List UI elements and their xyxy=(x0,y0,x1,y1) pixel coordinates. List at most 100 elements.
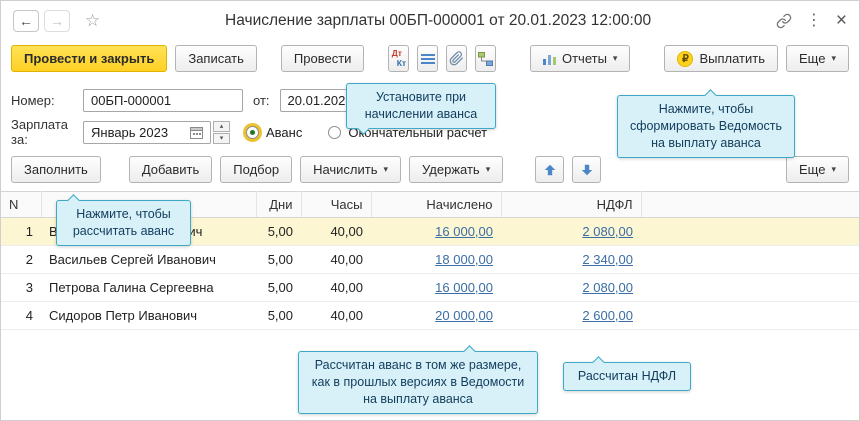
accrue-caret-icon: ▾ xyxy=(384,165,389,174)
employee-name: Сидоров Петр Иванович xyxy=(41,302,256,330)
callout-ndfl-amount: Рассчитан НДФЛ xyxy=(563,362,691,391)
ndfl-link[interactable]: 2 600,00 xyxy=(582,308,633,323)
report-chart-icon xyxy=(543,53,556,65)
period-value: Январь 2023 xyxy=(91,125,168,140)
accrued-link[interactable]: 20 000,00 xyxy=(435,308,493,323)
post-and-close-label: Провести и закрыть xyxy=(24,51,154,66)
withhold-button[interactable]: Удержать ▾ xyxy=(409,156,503,183)
spin-up-icon: ▴ xyxy=(220,123,224,130)
paperclip-icon xyxy=(449,51,464,66)
register-list-button[interactable] xyxy=(417,45,438,72)
get-link-icon[interactable] xyxy=(776,13,792,29)
ndfl-link[interactable]: 2 080,00 xyxy=(582,224,633,239)
radio-advance[interactable]: Аванс xyxy=(246,125,302,140)
days-cell: 5,00 xyxy=(256,246,301,274)
column-header-hours[interactable]: Часы xyxy=(301,192,371,218)
radio-final-dot[interactable] xyxy=(328,126,341,139)
titlebar: ← → ☆ Начисление зарплаты 00БП-000001 от… xyxy=(1,1,859,41)
titlebar-actions: ⋮ × xyxy=(776,10,847,32)
more-menu-icon[interactable]: ⋮ xyxy=(806,13,822,29)
structure-icon xyxy=(478,52,493,66)
period-field[interactable]: Январь 2023 xyxy=(83,121,211,144)
date-label: от: xyxy=(253,93,270,108)
add-button[interactable]: Добавить xyxy=(129,156,212,183)
hours-cell: 40,00 xyxy=(301,302,371,330)
ruble-icon: ₽ xyxy=(677,51,693,67)
move-down-button[interactable] xyxy=(572,156,601,183)
fill-button[interactable]: Заполнить xyxy=(11,156,101,183)
back-icon: ← xyxy=(19,13,33,29)
page-title: Начисление зарплаты 00БП-000001 от 20.01… xyxy=(108,12,768,30)
table-row[interactable]: 2 Васильев Сергей Иванович 5,00 40,00 18… xyxy=(1,246,859,274)
period-label: Зарплата за: xyxy=(11,117,83,147)
days-cell: 5,00 xyxy=(256,302,301,330)
number-label: Номер: xyxy=(11,93,83,108)
table-more-label: Еще xyxy=(799,162,825,177)
toolbar-more-label: Еще xyxy=(799,51,825,66)
post-label: Провести xyxy=(294,51,352,66)
callout-advance-amount: Рассчитан аванс в том же размере, как в … xyxy=(298,351,538,414)
column-header-filler xyxy=(641,192,859,218)
days-cell: 5,00 xyxy=(256,274,301,302)
related-documents-button[interactable] xyxy=(475,45,496,72)
favorite-star-icon[interactable]: ☆ xyxy=(85,11,100,31)
pick-button[interactable]: Подбор xyxy=(220,156,292,183)
period-step-up-button[interactable]: ▴ xyxy=(213,121,230,132)
accrued-link[interactable]: 16 000,00 xyxy=(435,224,493,239)
employee-name: Васильев Сергей Иванович xyxy=(41,246,256,274)
hours-cell: 40,00 xyxy=(301,246,371,274)
post-and-close-button[interactable]: Провести и закрыть xyxy=(11,45,167,72)
calendar-icon[interactable] xyxy=(190,126,203,139)
ndfl-link[interactable]: 2 340,00 xyxy=(582,252,633,267)
column-header-days[interactable]: Дни xyxy=(256,192,301,218)
back-button[interactable]: ← xyxy=(13,10,39,32)
toolbar-more-button[interactable]: Еще ▾ xyxy=(786,45,849,72)
column-header-ndfl[interactable]: НДФЛ xyxy=(501,192,641,218)
show-postings-button[interactable]: ДтКт xyxy=(388,45,409,72)
pay-button[interactable]: ₽ Выплатить xyxy=(664,45,778,72)
accrue-button[interactable]: Начислить ▾ xyxy=(300,156,401,183)
accrued-link[interactable]: 16 000,00 xyxy=(435,280,493,295)
hours-cell: 40,00 xyxy=(301,274,371,302)
row-number: 3 xyxy=(1,274,41,302)
radio-advance-dot[interactable] xyxy=(246,126,259,139)
table-row[interactable]: 4 Сидоров Петр Иванович 5,00 40,00 20 00… xyxy=(1,302,859,330)
table-more-caret-icon: ▾ xyxy=(831,165,836,174)
write-button[interactable]: Записать xyxy=(175,45,257,72)
move-up-button[interactable] xyxy=(535,156,564,183)
add-label: Добавить xyxy=(142,162,199,177)
close-icon[interactable]: × xyxy=(836,10,847,32)
list-icon xyxy=(421,53,435,65)
document-window: ← → ☆ Начисление зарплаты 00БП-000001 от… xyxy=(0,0,860,421)
write-label: Записать xyxy=(188,51,244,66)
hours-cell: 40,00 xyxy=(301,218,371,246)
callout-fill-button: Нажмите, чтобы рассчитать аванс xyxy=(56,200,191,246)
accrued-link[interactable]: 18 000,00 xyxy=(435,252,493,267)
callout-advance-radio: Установите при начислении аванса xyxy=(346,83,496,129)
period-step-down-button[interactable]: ▾ xyxy=(213,133,230,144)
table-more-button[interactable]: Еще ▾ xyxy=(786,156,849,183)
column-header-accrued[interactable]: Начислено xyxy=(371,192,501,218)
withhold-caret-icon: ▾ xyxy=(486,165,491,174)
forward-icon: → xyxy=(50,13,64,29)
spin-down-icon: ▾ xyxy=(220,135,224,142)
callout-pay-button: Нажмите, чтобы сформировать Ведомость на… xyxy=(617,95,795,158)
attachments-button[interactable] xyxy=(446,45,467,72)
post-button[interactable]: Провести xyxy=(281,45,365,72)
employee-name: Петрова Галина Сергеевна xyxy=(41,274,256,302)
table-row[interactable]: 3 Петрова Галина Сергеевна 5,00 40,00 16… xyxy=(1,274,859,302)
number-value: 00БП-000001 xyxy=(91,93,171,108)
row-number: 4 xyxy=(1,302,41,330)
forward-button[interactable]: → xyxy=(44,10,70,32)
number-field[interactable]: 00БП-000001 xyxy=(83,89,243,112)
reports-caret-icon: ▾ xyxy=(613,54,618,63)
callout-arrow-icon xyxy=(592,356,605,369)
accrue-label: Начислить xyxy=(313,162,377,177)
main-toolbar: Провести и закрыть Записать Провести ДтК… xyxy=(1,41,859,80)
column-header-n[interactable]: N xyxy=(1,192,41,218)
pay-label: Выплатить xyxy=(699,51,765,66)
row-number: 2 xyxy=(1,246,41,274)
ndfl-link[interactable]: 2 080,00 xyxy=(582,280,633,295)
days-cell: 5,00 xyxy=(256,218,301,246)
reports-button[interactable]: Отчеты ▾ xyxy=(530,45,630,72)
